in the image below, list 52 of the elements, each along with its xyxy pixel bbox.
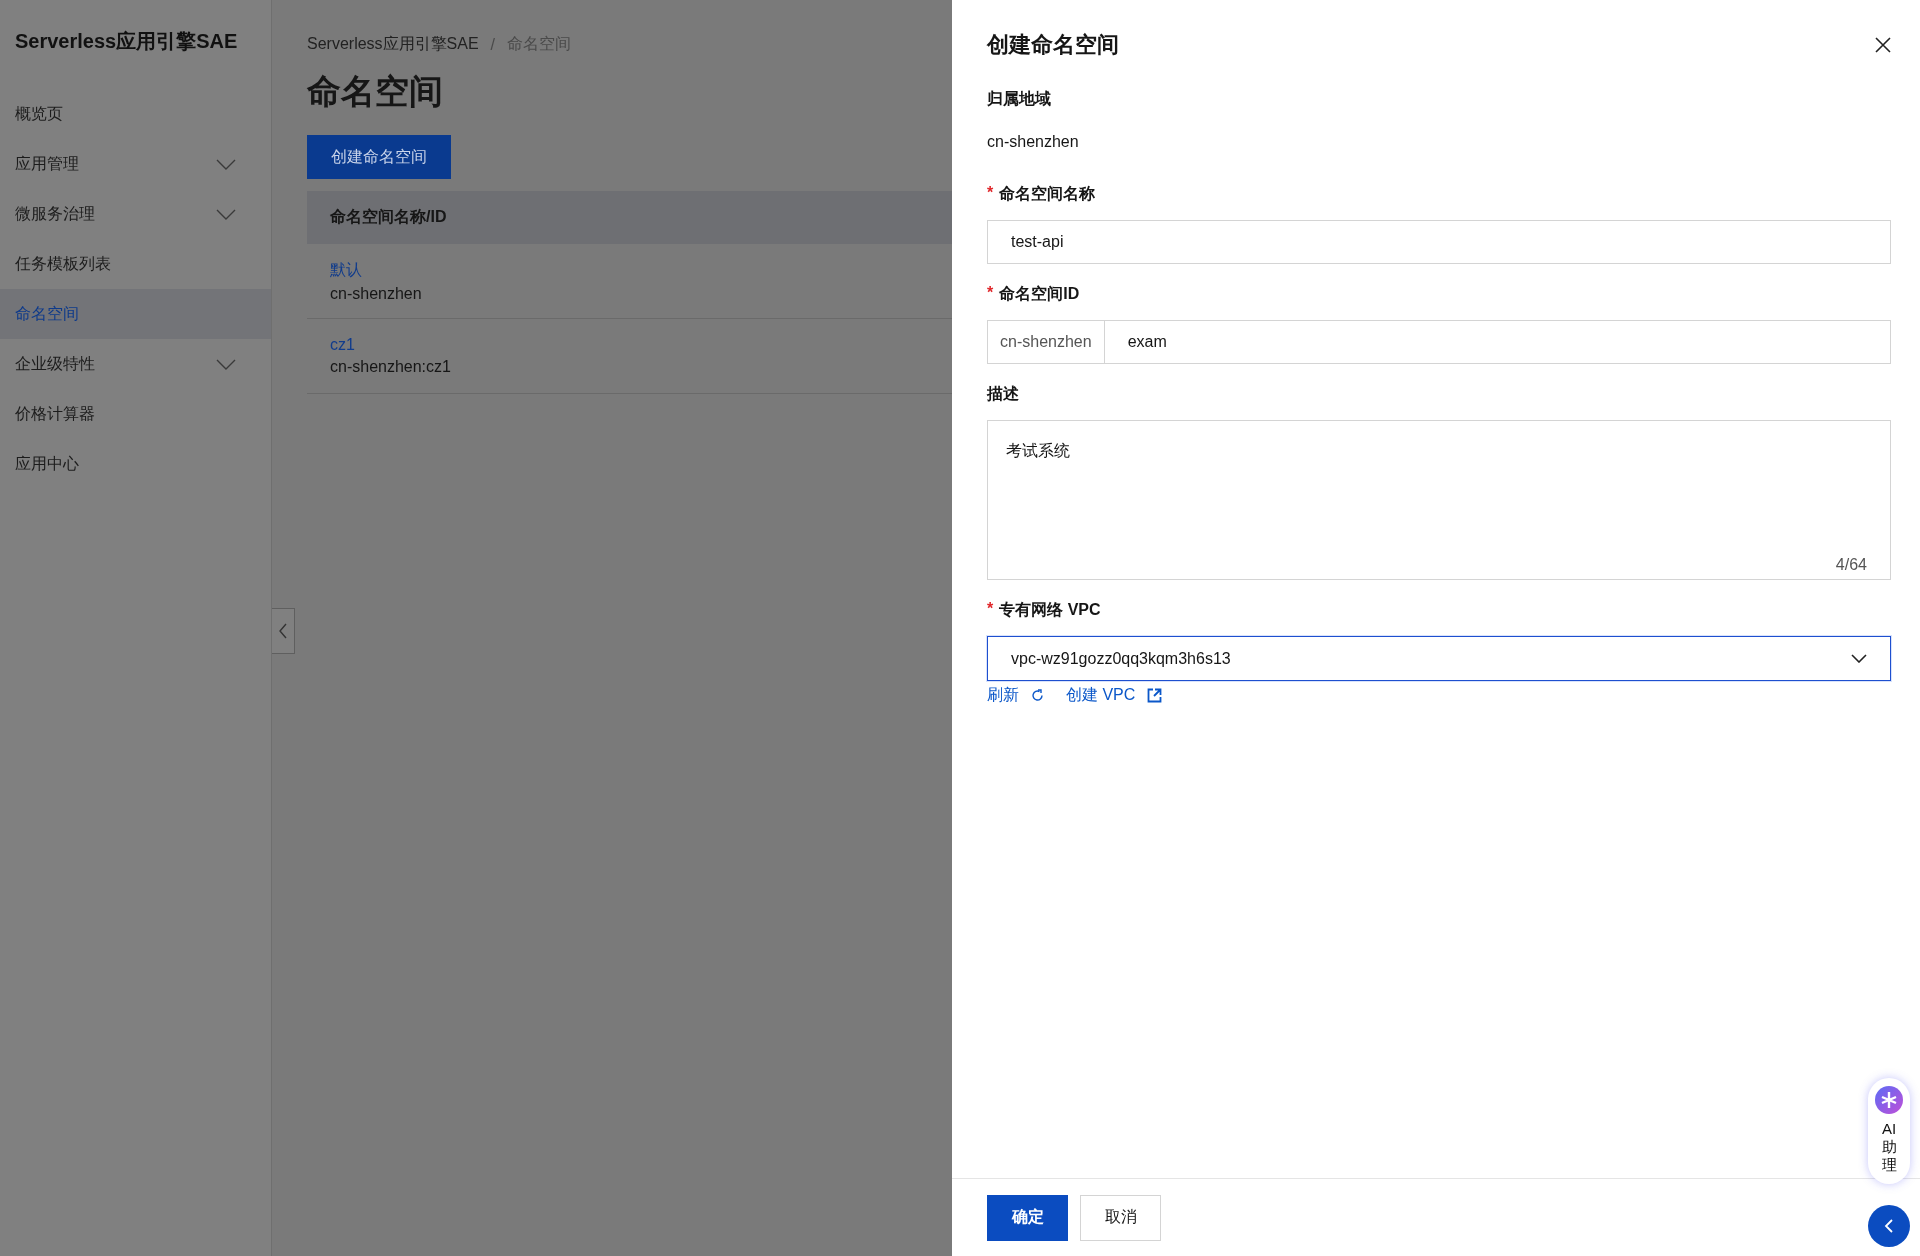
- chevron-down-icon: [216, 358, 236, 370]
- ai-assistant-button[interactable]: AI助理: [1868, 1078, 1910, 1184]
- input-field[interactable]: test-api: [987, 220, 1891, 264]
- sidebar-item[interactable]: 企业级特性: [0, 339, 271, 389]
- select-value: vpc-wz91gozz0qq3kqm3h6s13: [1011, 649, 1231, 668]
- input-field[interactable]: cn-shenzhen exam: [987, 320, 1891, 364]
- sidebar-item[interactable]: 价格计算器: [0, 389, 271, 439]
- select-field[interactable]: vpc-wz91gozz0qq3kqm3h6s13: [987, 636, 1891, 681]
- field-label: 命名空间名称: [999, 184, 1096, 204]
- chevron-left-icon: [278, 623, 288, 639]
- sidebar-item[interactable]: 应用中心: [0, 439, 271, 489]
- sidebar-item[interactable]: 微服务治理: [0, 189, 271, 239]
- breadcrumb-item[interactable]: Serverless应用引擎SAE: [307, 34, 479, 55]
- sidebar-item[interactable]: 应用管理: [0, 139, 271, 189]
- create-namespace-button[interactable]: 创建命名空间: [307, 135, 451, 179]
- field-label: 归属地域: [987, 89, 1051, 109]
- required-asterisk: *: [987, 600, 994, 619]
- cancel-button[interactable]: 取消: [1080, 1194, 1161, 1241]
- page-title: 命名空间: [307, 71, 444, 112]
- chevron-down-icon: [1851, 654, 1867, 663]
- field-label: 专有网络 VPC: [999, 600, 1101, 620]
- chevron-down-icon: [216, 208, 236, 220]
- required-asterisk: *: [987, 284, 994, 303]
- textarea-field[interactable]: 考试系统 4/64: [987, 420, 1891, 580]
- close-icon[interactable]: [1874, 36, 1892, 54]
- character-counter: 4/64: [1835, 556, 1867, 574]
- field-label: 描述: [987, 384, 1019, 404]
- confirm-button[interactable]: 确定: [987, 1194, 1068, 1241]
- breadcrumb-separator: /: [490, 35, 496, 54]
- sidebar-item[interactable]: 概览页: [0, 89, 271, 139]
- namespace-link[interactable]: cz1: [330, 336, 952, 354]
- link[interactable]: 创建 VPC: [1066, 685, 1163, 706]
- namespace-id: cn-shenzhen:cz1: [330, 358, 452, 376]
- column-header: 命名空间名称/ID: [330, 207, 447, 227]
- field-label: 命名空间ID: [999, 284, 1080, 304]
- sparkle-icon: [1875, 1086, 1903, 1114]
- sidebar-title: Serverless应用引擎SAE: [14, 29, 239, 54]
- sidebar-item[interactable]: 任务模板列表: [0, 239, 271, 289]
- drawer-title: 创建命名空间: [987, 31, 1119, 59]
- chevron-down-icon: [216, 158, 236, 170]
- sidebar-item[interactable]: 命名空间: [0, 289, 271, 339]
- field-value: cn-shenzhen: [987, 133, 1080, 151]
- link[interactable]: 刷新: [987, 685, 1044, 706]
- collapse-button[interactable]: [1868, 1205, 1910, 1247]
- external-link-icon: [1147, 688, 1163, 703]
- required-asterisk: *: [987, 184, 994, 203]
- namespace-id: cn-shenzhen: [330, 284, 423, 303]
- textarea-value: 考试系统: [1006, 442, 1070, 459]
- namespace-link[interactable]: 默认: [330, 259, 952, 281]
- chevron-left-icon: [1884, 1218, 1894, 1234]
- refresh-icon: [1031, 689, 1044, 702]
- input-prefix: cn-shenzhen: [988, 321, 1105, 363]
